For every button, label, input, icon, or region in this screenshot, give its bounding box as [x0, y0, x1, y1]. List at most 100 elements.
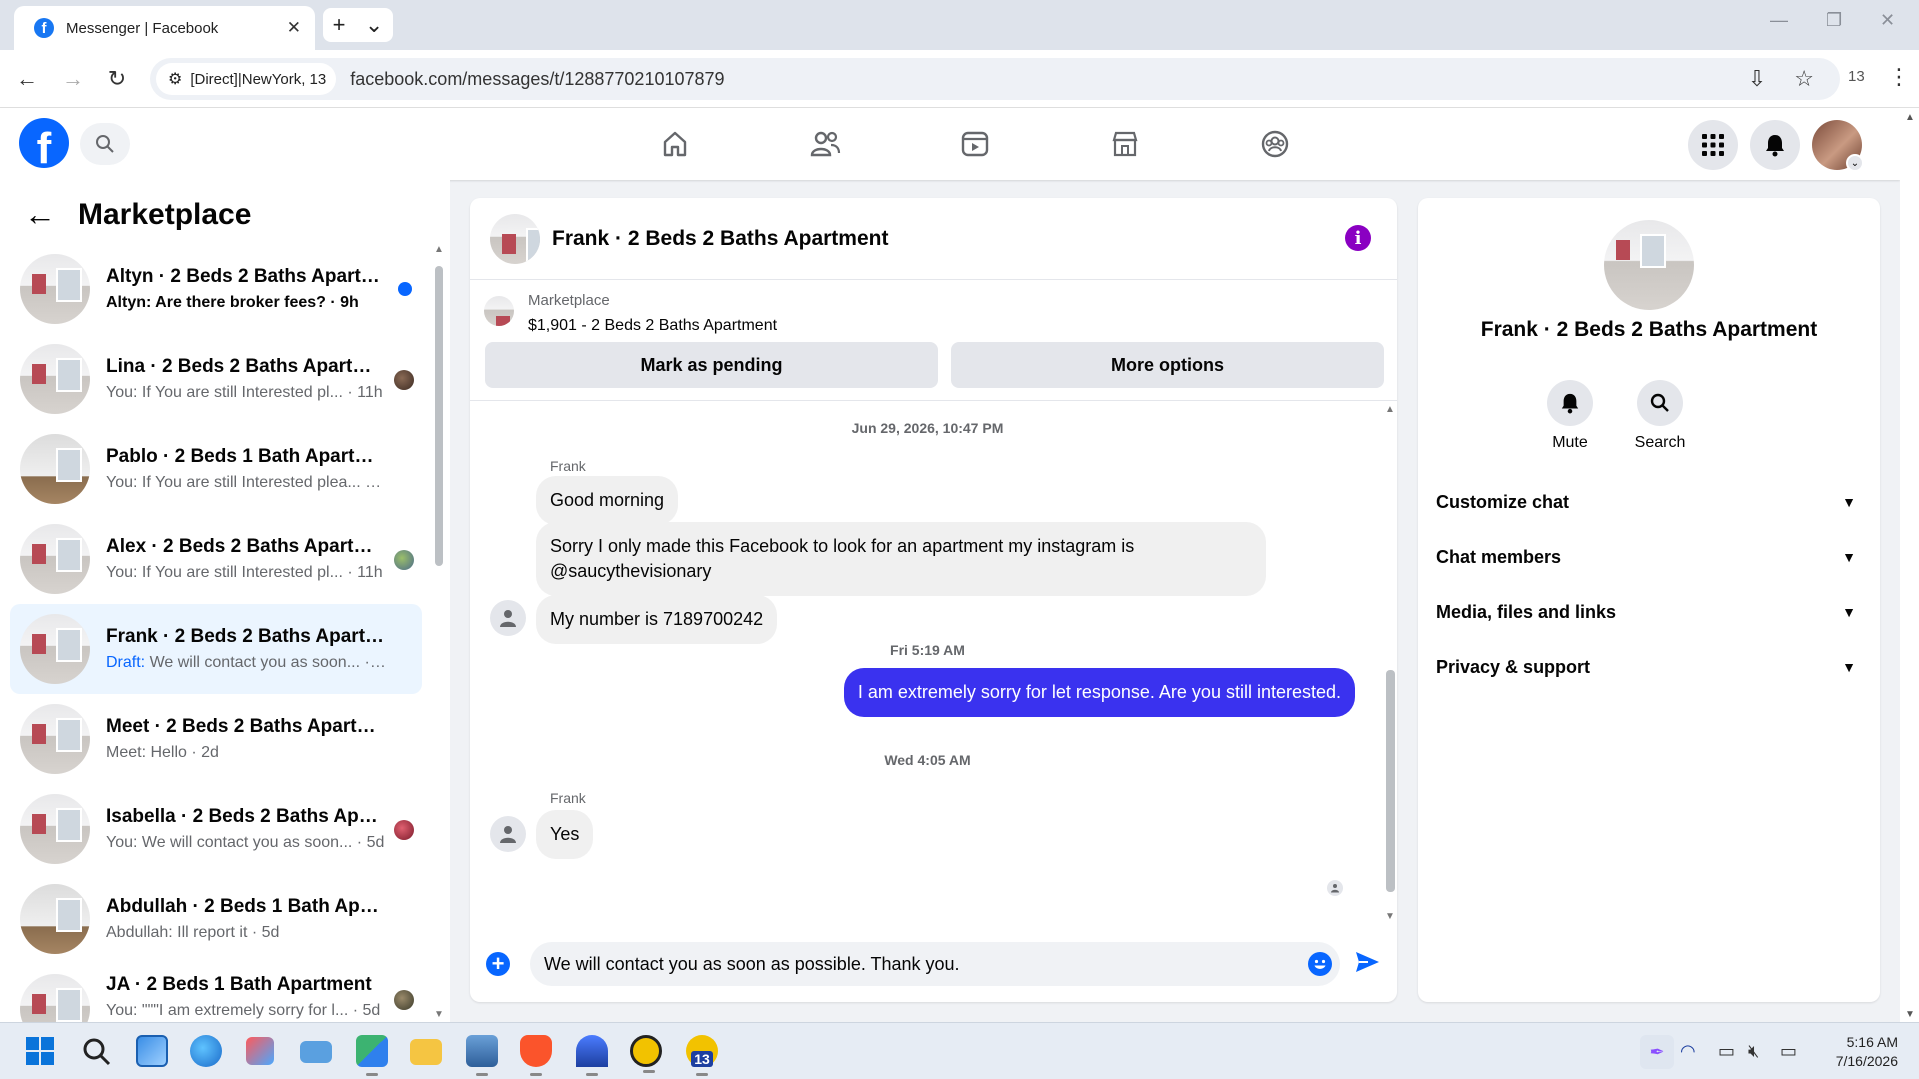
send-button[interactable] — [1354, 950, 1380, 974]
profile-indicator[interactable]: 13 — [1848, 68, 1865, 85]
notifications-button[interactable] — [1750, 120, 1800, 170]
windows-start-icon[interactable] — [24, 1035, 56, 1067]
install-app-icon[interactable]: ⇩ — [1748, 66, 1766, 92]
conversation-name: Frank · 2 Beds 2 Baths Apartment — [106, 626, 386, 647]
new-tab-button[interactable]: + — [333, 12, 346, 38]
back-arrow-icon[interactable]: ← — [24, 196, 56, 233]
forward-arrow-icon[interactable]: → — [56, 62, 90, 96]
device-manager-icon[interactable] — [300, 1041, 332, 1063]
conversation-item[interactable]: Pablo · 2 Beds 1 Bath Apartment You: If Y… — [10, 424, 422, 514]
outgoing-message[interactable]: I am extremely sorry for let response. A… — [843, 668, 1355, 717]
profile-app-icon[interactable]: 13 — [686, 1035, 718, 1076]
taskbar-search-icon[interactable] — [80, 1035, 112, 1067]
listing-thumbnail — [484, 296, 514, 326]
browser-menu-icon[interactable]: ⋮ — [1888, 64, 1910, 90]
browser-tab[interactable]: f Messenger | Facebook ✕ — [14, 6, 315, 50]
close-tab-icon[interactable]: ✕ — [287, 18, 301, 38]
add-attachment-icon[interactable]: + — [486, 952, 510, 976]
menu-button[interactable] — [1688, 120, 1738, 170]
conversation-item[interactable]: Altyn · 2 Beds 2 Baths Apartm... Altyn: A… — [10, 244, 422, 334]
info-icon[interactable]: i — [1345, 225, 1371, 251]
close-window-icon[interactable]: ✕ — [1880, 10, 1895, 31]
chat-title[interactable]: Frank · 2 Beds 2 Baths Apartment — [552, 227, 888, 251]
facebook-search-button[interactable] — [80, 123, 130, 165]
listing-thumbnail — [20, 434, 90, 504]
scroll-down-icon[interactable]: ▼ — [1905, 1009, 1915, 1020]
sidebar-scrollbar[interactable]: ▲ ▼ — [432, 244, 446, 1020]
accordion-label: Chat members — [1436, 546, 1562, 567]
network-app-icon[interactable] — [466, 1035, 498, 1076]
mark-pending-button[interactable]: Mark as pending — [485, 342, 938, 388]
search-action[interactable]: Search — [1620, 380, 1700, 452]
nav-marketplace[interactable] — [1050, 108, 1200, 180]
facebook-logo[interactable]: f — [19, 118, 69, 168]
incoming-message[interactable]: Sorry I only made this Facebook to look … — [536, 522, 1266, 596]
search-icon — [96, 135, 114, 153]
accordion-media-files[interactable]: Media, files and links ▼ — [1436, 592, 1862, 632]
search-button[interactable] — [1637, 380, 1683, 426]
incoming-message[interactable]: Good morning — [536, 476, 679, 525]
volume-muted-icon[interactable]: 🔇︎ — [1748, 1041, 1759, 1062]
bookmark-star-icon[interactable]: ☆ — [1794, 66, 1814, 92]
read-receipt-avatar — [394, 990, 414, 1010]
more-options-button[interactable]: More options — [951, 342, 1384, 388]
file-explorer-icon[interactable] — [410, 1039, 442, 1065]
scrollbar-thumb[interactable] — [1386, 670, 1395, 892]
restore-window-icon[interactable]: ❐ — [1826, 10, 1842, 31]
listing-summary[interactable]: Marketplace $1,901 - 2 Beds 2 Baths Apar… — [484, 292, 777, 335]
site-info-chip[interactable]: ⚙ [Direct]|NewYork, 13 — [156, 63, 337, 95]
minimize-window-icon[interactable]: — — [1770, 10, 1788, 31]
accordion-label: Media, files and links — [1436, 601, 1617, 622]
incoming-message[interactable]: Yes — [536, 810, 594, 859]
conversation-item[interactable]: Isabella · 2 Beds 2 Baths Apart... You: W… — [10, 784, 422, 874]
read-receipt-avatar — [394, 370, 414, 390]
ixbrowser-icon[interactable] — [630, 1035, 662, 1073]
scroll-down-icon[interactable]: ▼ — [434, 1009, 444, 1020]
spreadsheet-app-icon[interactable] — [356, 1035, 388, 1076]
globe-app-icon[interactable] — [190, 1035, 222, 1067]
nav-video[interactable] — [900, 108, 1050, 180]
vpn-app-icon[interactable] — [576, 1035, 608, 1076]
accordion-chat-members[interactable]: Chat members ▼ — [1436, 537, 1862, 577]
scroll-down-icon[interactable]: ▼ — [1385, 911, 1395, 922]
nav-home[interactable] — [600, 108, 750, 180]
divider — [470, 400, 1397, 401]
incoming-message[interactable]: My number is 7189700242 — [536, 595, 778, 644]
conversation-item[interactable]: Alex · 2 Beds 2 Baths Apartme... You: If … — [10, 514, 422, 604]
conversation-item[interactable]: Abdullah · 2 Beds 1 Bath Apartm... Abdull… — [10, 874, 422, 964]
scrollbar-thumb[interactable] — [435, 266, 443, 566]
pen-icon[interactable]: ✒ — [1640, 1035, 1674, 1069]
accordion-customize-chat[interactable]: Customize chat ▼ — [1436, 482, 1862, 522]
brave-browser-icon[interactable] — [520, 1035, 552, 1076]
task-view-icon[interactable] — [136, 1035, 168, 1067]
system-clock[interactable]: 5:16 AM 7/16/2026 — [1818, 1033, 1898, 1071]
conversation-item-active[interactable]: Frank · 2 Beds 2 Baths Apartment Draft: W… — [10, 604, 422, 694]
snipping-tool-icon[interactable] — [246, 1037, 274, 1065]
chat-avatar[interactable] — [490, 213, 540, 264]
mute-action[interactable]: Mute — [1530, 380, 1610, 452]
nav-groups[interactable] — [1200, 108, 1350, 180]
network-tray-icon[interactable]: ▭ — [1718, 1041, 1735, 1062]
conversation-item[interactable]: Lina · 2 Beds 2 Baths Apartment You: If Y… — [10, 334, 422, 424]
nav-friends[interactable] — [750, 108, 900, 180]
chevron-down-icon: ⌄ — [1846, 154, 1864, 172]
accordion-privacy-support[interactable]: Privacy & support ▼ — [1436, 647, 1862, 687]
page-scrollbar[interactable]: ▲ ▼ — [1900, 108, 1919, 1022]
message-input[interactable] — [530, 942, 1340, 986]
vpn-tray-icon[interactable]: ◠ — [1680, 1041, 1696, 1062]
emoji-icon[interactable] — [1308, 952, 1332, 976]
battery-icon[interactable]: ▭ — [1780, 1041, 1797, 1062]
account-avatar[interactable]: ⌄ — [1812, 120, 1864, 172]
scroll-up-icon[interactable]: ▲ — [1905, 112, 1915, 123]
reload-icon[interactable]: ↻ — [100, 62, 134, 96]
scroll-up-icon[interactable]: ▲ — [1385, 404, 1395, 415]
address-bar[interactable]: ⚙ [Direct]|NewYork, 13 facebook.com/mess… — [150, 58, 1840, 100]
conversation-item[interactable]: Meet · 2 Beds 2 Baths Apartment Meet: Hel… — [10, 694, 422, 784]
url-text[interactable]: facebook.com/messages/t/1288770210107879 — [350, 69, 724, 90]
timestamp: Fri 5:19 AM — [890, 642, 965, 658]
thread-scrollbar[interactable]: ▲ ▼ — [1383, 402, 1397, 922]
back-arrow-icon[interactable]: ← — [10, 62, 44, 96]
mute-button[interactable] — [1547, 380, 1593, 426]
scroll-up-icon[interactable]: ▲ — [434, 244, 444, 255]
tab-search-button[interactable]: ⌄ — [365, 12, 383, 38]
